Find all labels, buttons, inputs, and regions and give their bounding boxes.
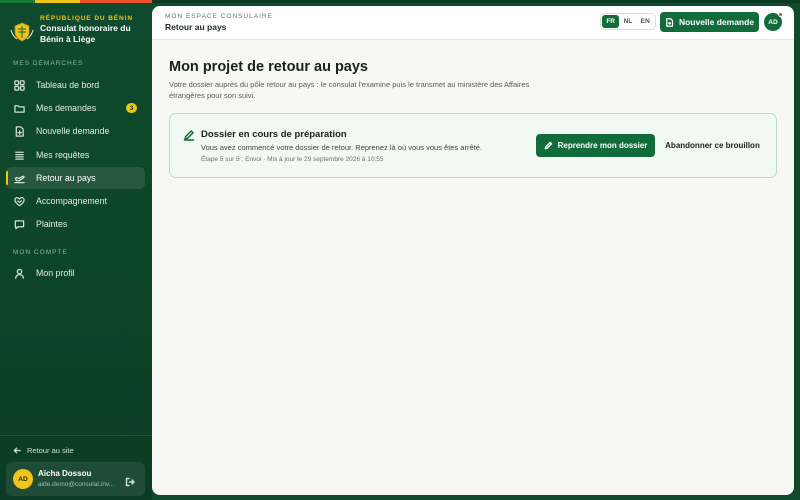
pencil-icon <box>183 128 195 141</box>
arrow-left-icon <box>13 447 21 454</box>
sidebar-item-plaintes[interactable]: Plaintes <box>6 213 145 235</box>
list-icon <box>13 149 25 161</box>
message-icon <box>13 218 25 230</box>
sidebar-item-label: Tableau de bord <box>36 80 100 90</box>
sidebar-item-nouvelle-demande[interactable]: Nouvelle demande <box>6 120 145 142</box>
plane-icon <box>13 172 25 184</box>
grid-icon <box>13 79 25 91</box>
count-badge: 3 <box>126 103 137 113</box>
draft-text: Vous avez commencé votre dossier de reto… <box>201 143 482 152</box>
new-request-label: Nouvelle demande <box>678 17 755 27</box>
sidebar-item-label: Retour au pays <box>36 173 96 183</box>
brand: République du Bénin Consulat honoraire d… <box>10 15 150 49</box>
sidebar-item-label: Accompagnement <box>36 196 107 206</box>
sidebar-item-retour-au-pays[interactable]: Retour au pays <box>6 167 145 189</box>
lang-option-fr[interactable]: FR <box>602 15 620 28</box>
folder-icon <box>13 102 25 114</box>
file-plus-icon <box>13 125 25 137</box>
avatar[interactable]: AD <box>13 469 33 489</box>
logout-button[interactable] <box>125 474 135 487</box>
user-card: AD Aïcha Dossou aide.demo@consulat.inv..… <box>6 462 145 496</box>
header-avatar-initials: AD <box>768 18 778 26</box>
brand-name: Consulat honoraire du Bénin à Liège <box>40 23 131 44</box>
user-icon <box>13 267 25 279</box>
header-kicker: Mon espace consulaire <box>165 13 273 20</box>
user-email: aide.demo@consulat.inv... <box>38 481 115 488</box>
abandon-draft-button[interactable]: Abandonner ce brouillon <box>660 134 765 157</box>
page-title: Mon projet de retour au pays <box>169 59 368 75</box>
main-panel: Mon espace consulaire Retour au pays FR … <box>152 6 794 495</box>
top-header: Mon espace consulaire Retour au pays FR … <box>152 6 794 40</box>
sidebar-item-label: Mes demandes <box>36 103 97 113</box>
back-to-site-link[interactable]: Retour au site <box>13 446 74 455</box>
sidebar-item-label: Plaintes <box>36 219 68 229</box>
draft-meta: Étape 5 sur 5 : Envoi · Mis à jour le 29… <box>201 156 384 163</box>
new-request-button[interactable]: Nouvelle demande <box>660 12 759 32</box>
section-label-demarches: Mes démarches <box>13 60 84 67</box>
lang-option-nl[interactable]: NL <box>619 15 636 28</box>
sidebar-item-tableau-de-bord[interactable]: Tableau de bord <box>6 74 145 96</box>
sidebar-item-accompagnement[interactable]: Accompagnement <box>6 190 145 212</box>
section-label-compte: Mon compte <box>13 249 68 256</box>
sidebar-item-mes-requetes[interactable]: Mes requêtes <box>6 144 145 166</box>
resume-draft-label: Reprendre mon dossier <box>557 141 648 150</box>
notification-dot <box>778 12 783 17</box>
user-name: Aïcha Dossou <box>38 469 92 478</box>
header-avatar[interactable]: AD <box>764 12 783 31</box>
sidebar-item-mes-demandes[interactable]: Mes demandes 3 <box>6 97 145 119</box>
lang-option-en[interactable]: EN <box>637 15 654 28</box>
draft-card: Dossier en cours de préparation Vous ave… <box>169 113 777 178</box>
breadcrumb: Retour au pays <box>165 22 227 32</box>
sidebar-divider <box>0 435 152 436</box>
handshake-icon <box>13 195 25 207</box>
back-to-site-label: Retour au site <box>27 446 74 455</box>
page-description: Votre dossier auprès du pôle retour au p… <box>169 80 530 100</box>
pencil-icon <box>544 141 552 150</box>
resume-draft-button[interactable]: Reprendre mon dossier <box>536 134 655 157</box>
sidebar-item-label: Mon profil <box>36 268 75 278</box>
logout-icon <box>125 477 135 487</box>
file-plus-icon <box>666 17 674 27</box>
sidebar-item-label: Mes requêtes <box>36 150 90 160</box>
sidebar-item-label: Nouvelle demande <box>36 126 110 136</box>
sidebar-item-mon-profil[interactable]: Mon profil <box>6 262 145 284</box>
draft-title: Dossier en cours de préparation <box>201 129 347 140</box>
sidebar: République du Bénin Consulat honoraire d… <box>0 3 152 500</box>
coat-of-arms-icon <box>10 21 34 43</box>
brand-kicker: République du Bénin <box>40 15 133 22</box>
language-switcher: FR NL EN <box>600 13 656 30</box>
